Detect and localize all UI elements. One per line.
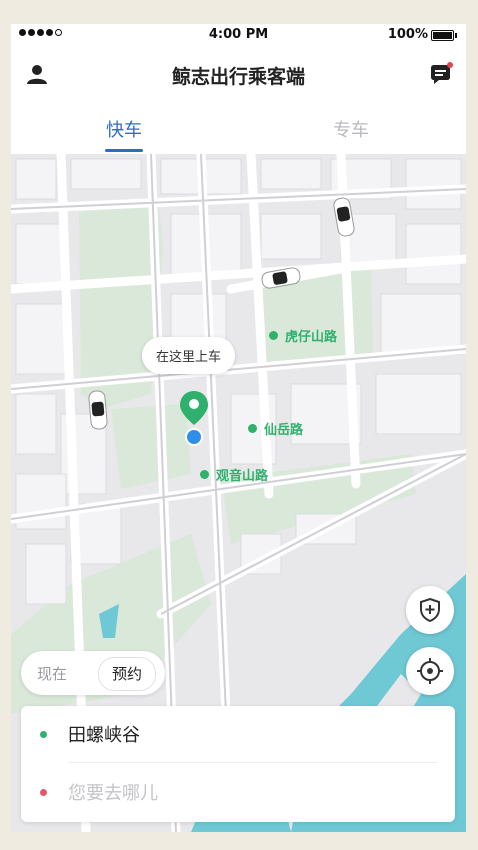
- street-label: 观音山路: [200, 465, 268, 484]
- active-tab-indicator: [105, 149, 143, 152]
- pickup-hint-bubble: 在这里上车: [142, 337, 236, 374]
- app-header: 鲸志出行乘客端: [11, 46, 466, 100]
- now-option[interactable]: 现在: [37, 663, 67, 684]
- page-title: 鲸志出行乘客端: [171, 66, 305, 88]
- battery-icon: [431, 30, 457, 41]
- time-toggle: 现在 预约: [21, 651, 165, 695]
- tab-express[interactable]: 快车: [84, 116, 164, 142]
- street-label: 虎仔山路: [269, 326, 337, 345]
- map-view[interactable]: 虎仔山路 仙岳路 观音山路 在这里上车 现在 预约 田螺峡谷 您要去哪儿: [11, 154, 466, 832]
- message-icon[interactable]: [428, 62, 453, 86]
- pickup-pin-icon[interactable]: [178, 389, 210, 447]
- car-icon: [88, 390, 108, 430]
- pickup-address-row[interactable]: 田螺峡谷: [21, 706, 455, 762]
- safety-button[interactable]: [406, 586, 454, 634]
- tab-special[interactable]: 专车: [311, 116, 391, 142]
- street-label: 仙岳路: [248, 419, 303, 438]
- crosshair-icon: [417, 658, 443, 684]
- pickup-dot-icon: [40, 730, 47, 738]
- pickup-address: 田螺峡谷: [68, 725, 140, 746]
- shield-icon: [420, 597, 440, 623]
- battery-percent: 100%: [387, 27, 428, 42]
- divider: [69, 762, 437, 763]
- ride-type-tabs: 快车 专车: [11, 100, 466, 154]
- reserve-option[interactable]: 预约: [98, 657, 156, 691]
- destination-dot-icon: [40, 788, 47, 796]
- destination-input[interactable]: 您要去哪儿: [68, 779, 158, 805]
- address-card: 田螺峡谷 您要去哪儿: [21, 706, 455, 822]
- phone-screen: 4:00 PM 100% 鲸志出行乘客端 快车 专车 虎仔山路 仙岳路 观音山路…: [11, 24, 466, 832]
- destination-input-row[interactable]: 您要去哪儿: [21, 764, 455, 820]
- locate-button[interactable]: [406, 647, 454, 695]
- status-bar: 4:00 PM 100%: [11, 24, 466, 46]
